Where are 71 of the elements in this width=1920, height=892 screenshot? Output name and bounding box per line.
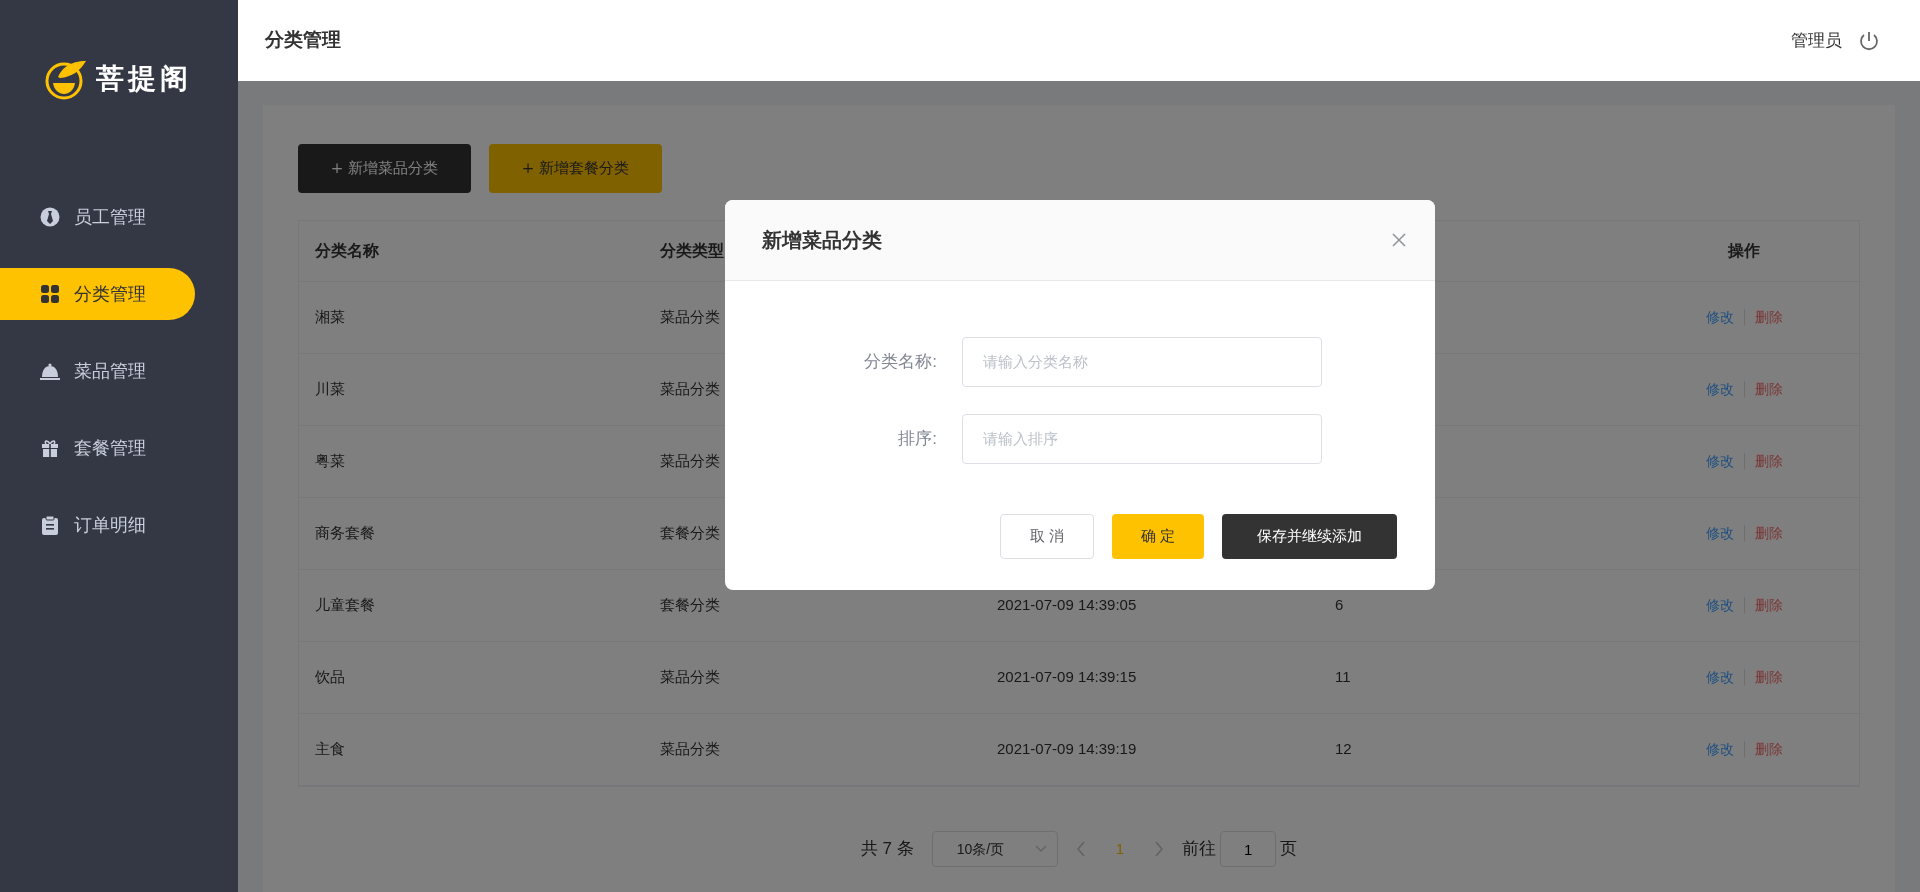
table-cell: 儿童套餐 [315,596,375,614]
column-header: 分类类型 [660,242,724,259]
delete-link[interactable]: 删除 [1744,741,1793,758]
clipboard-icon [40,515,60,535]
table-cell: 商务套餐 [315,524,375,542]
table-cell: 主食 [315,740,345,758]
page-number[interactable]: 1 [1085,837,1155,861]
edit-link[interactable]: 修改 [1695,669,1745,686]
grid-icon [40,284,60,304]
add-set-category-button[interactable]: + 新增套餐分类 [489,144,662,193]
delete-link[interactable]: 删除 [1744,525,1793,542]
edit-link[interactable]: 修改 [1695,597,1745,614]
edit-link[interactable]: 修改 [1695,309,1745,326]
table-cell: 菜品分类 [660,740,720,758]
sidebar-item[interactable]: 菜品管理 [0,345,195,397]
page-suffix: 页 [1280,838,1298,861]
tie-icon [40,207,60,227]
column-header: 操作 [1728,242,1760,259]
input-field[interactable]: 请输入分类名称 [962,337,1322,387]
table-cell: 12 [1335,740,1352,758]
page-size-select[interactable]: 10条/页 [931,831,1058,867]
cancel-button[interactable]: 取 消 [1000,514,1094,559]
table-cell: 11 [1335,668,1351,686]
add-dish-category-button[interactable]: + 新增菜品分类 [298,144,471,193]
gift-icon [40,438,60,458]
edit-link[interactable]: 修改 [1695,381,1745,398]
delete-link[interactable]: 删除 [1744,381,1793,398]
cloche-icon [40,361,60,381]
table-cell: 2021-07-09 14:39:19 [997,740,1137,758]
sidebar-item[interactable]: 分类管理 [0,268,195,320]
table-cell: 川菜 [315,380,345,398]
page-input[interactable]: 1 [1220,831,1277,867]
delete-link[interactable]: 删除 [1744,597,1793,614]
delete-link[interactable]: 删除 [1744,669,1793,686]
table-cell: 饮品 [315,668,345,686]
total-count: 共 7 条 [860,838,914,861]
table-cell: 2021-07-09 14:39:05 [997,596,1137,614]
user-name: 管理员 [1791,29,1842,52]
table-cell: 菜品分类 [660,380,720,398]
column-header: 分类名称 [315,242,379,259]
field-label: 排序: [897,428,937,451]
edit-link[interactable]: 修改 [1695,741,1745,758]
table-cell: 菜品分类 [660,668,720,686]
chevron-right-icon[interactable] [1154,841,1165,857]
chevron-left-icon[interactable] [1075,841,1086,857]
table-cell: 2021-07-09 14:39:15 [997,668,1137,686]
dialog-title: 新增菜品分类 [762,228,882,253]
goto-label: 前往 [1182,838,1217,861]
delete-link[interactable]: 删除 [1744,453,1793,470]
edit-link[interactable]: 修改 [1695,453,1745,470]
sidebar-item[interactable]: 套餐管理 [0,422,195,474]
chevron-down-icon [1034,845,1047,853]
table-cell: 湘菜 [315,308,345,326]
sidebar-item[interactable]: 员工管理 [0,191,195,243]
table-cell: 套餐分类 [660,524,720,542]
confirm-button[interactable]: 确 定 [1112,514,1204,559]
page-title: 分类管理 [265,28,341,53]
input-field[interactable]: 请输入排序 [962,414,1322,464]
delete-link[interactable]: 删除 [1744,309,1793,326]
logo-text: 菩提阁 [96,62,192,96]
table-cell: 套餐分类 [660,596,720,614]
table-cell: 菜品分类 [660,308,720,326]
sidebar-item[interactable]: 订单明细 [0,499,195,551]
edit-link[interactable]: 修改 [1695,525,1745,542]
save-and-continue-button[interactable]: 保存并继续添加 [1222,514,1397,559]
close-icon[interactable] [1391,232,1407,248]
table-cell: 粤菜 [315,452,345,470]
power-icon[interactable] [1858,29,1880,52]
field-label: 分类名称: [863,351,937,374]
table-cell: 6 [1335,596,1344,614]
table-cell: 菜品分类 [660,452,720,470]
